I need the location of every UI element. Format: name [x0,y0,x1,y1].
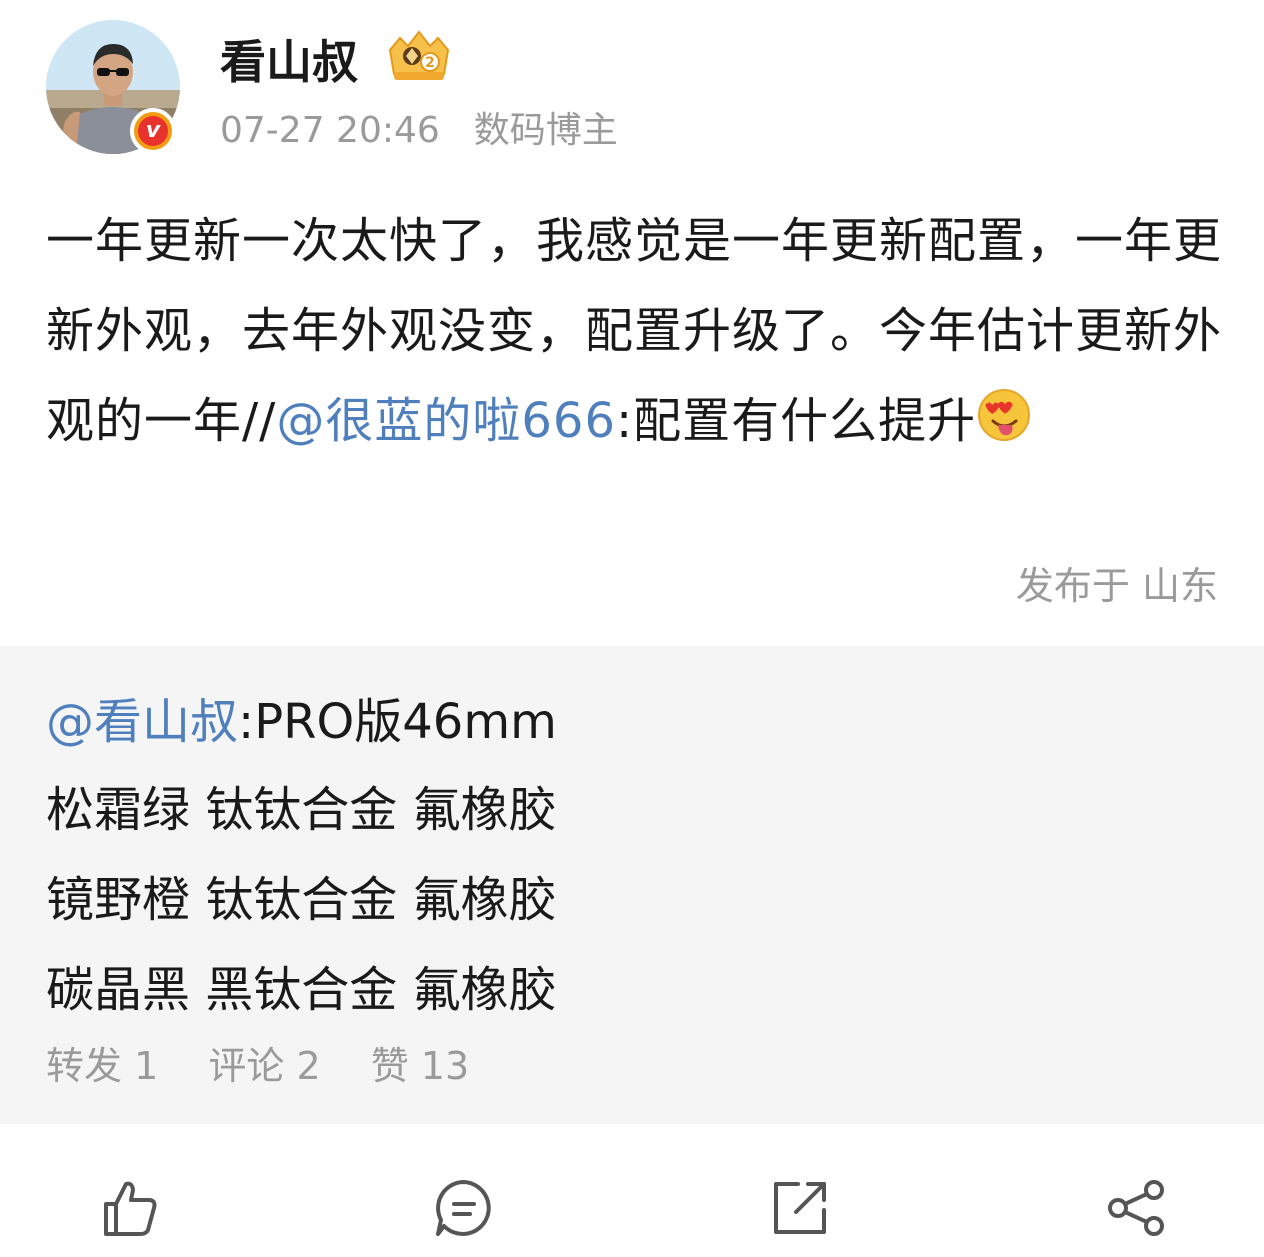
comment-icon[interactable] [432,1176,496,1240]
crown-badge-icon[interactable]: 2 [386,30,452,82]
post-page: v 看山叔 2 07-27 20:46 数码博主 一年更新一次太快了，我感觉是一年… [0,0,1264,1257]
quoted-post[interactable]: @看山叔:PRO版46mm 松霜绿 钛钛合金 氟橡胶 镜野橙 钛钛合金 氟橡胶 … [0,646,1264,1124]
action-bar [0,1124,1264,1257]
repost-icon[interactable] [768,1176,832,1240]
post-meta: 07-27 20:46 数码博主 [220,108,618,154]
post-timestamp: 07-27 20:46 [220,110,440,151]
post-location: 发布于 山东 [1015,564,1218,608]
author-tag: 数码博主 [473,110,618,151]
verified-badge-icon: v [130,108,176,154]
quoted-like-count[interactable]: 赞 13 [371,1044,469,1088]
quoted-line-2: 松霜绿 钛钛合金 氟橡胶 [46,782,557,838]
quoted-line-1: @看山叔:PRO版46mm [46,692,557,752]
post-text: 一年更新一次太快了，我感觉是一年更新配置，一年更新外观，去年外观没变，配置升级了… [46,196,1226,466]
share-icon[interactable] [1104,1176,1168,1240]
quoted-line-3: 镜野橙 钛钛合金 氟橡胶 [46,872,557,928]
quoted-stats: 转发 1 评论 2 赞 13 [46,1040,507,1092]
quoted-line-4: 碳晶黑 黑钛合金 氟橡胶 [46,962,557,1018]
quoted-line-1-text: :PRO版46mm [238,694,557,750]
svg-text:2: 2 [425,55,435,71]
heart-eyes-tongue-emoji-icon [978,389,1031,441]
like-icon[interactable] [98,1176,162,1240]
quoted-comment-count[interactable]: 评论 2 [208,1044,320,1088]
quoted-repost-count[interactable]: 转发 1 [46,1044,158,1088]
quoted-mention-link[interactable]: @看山叔 [46,694,238,750]
author-name[interactable]: 看山叔 [220,32,358,92]
mention-link[interactable]: @很蓝的啦666 [276,393,616,449]
post-text-part2: :配置有什么提升 [615,393,977,449]
